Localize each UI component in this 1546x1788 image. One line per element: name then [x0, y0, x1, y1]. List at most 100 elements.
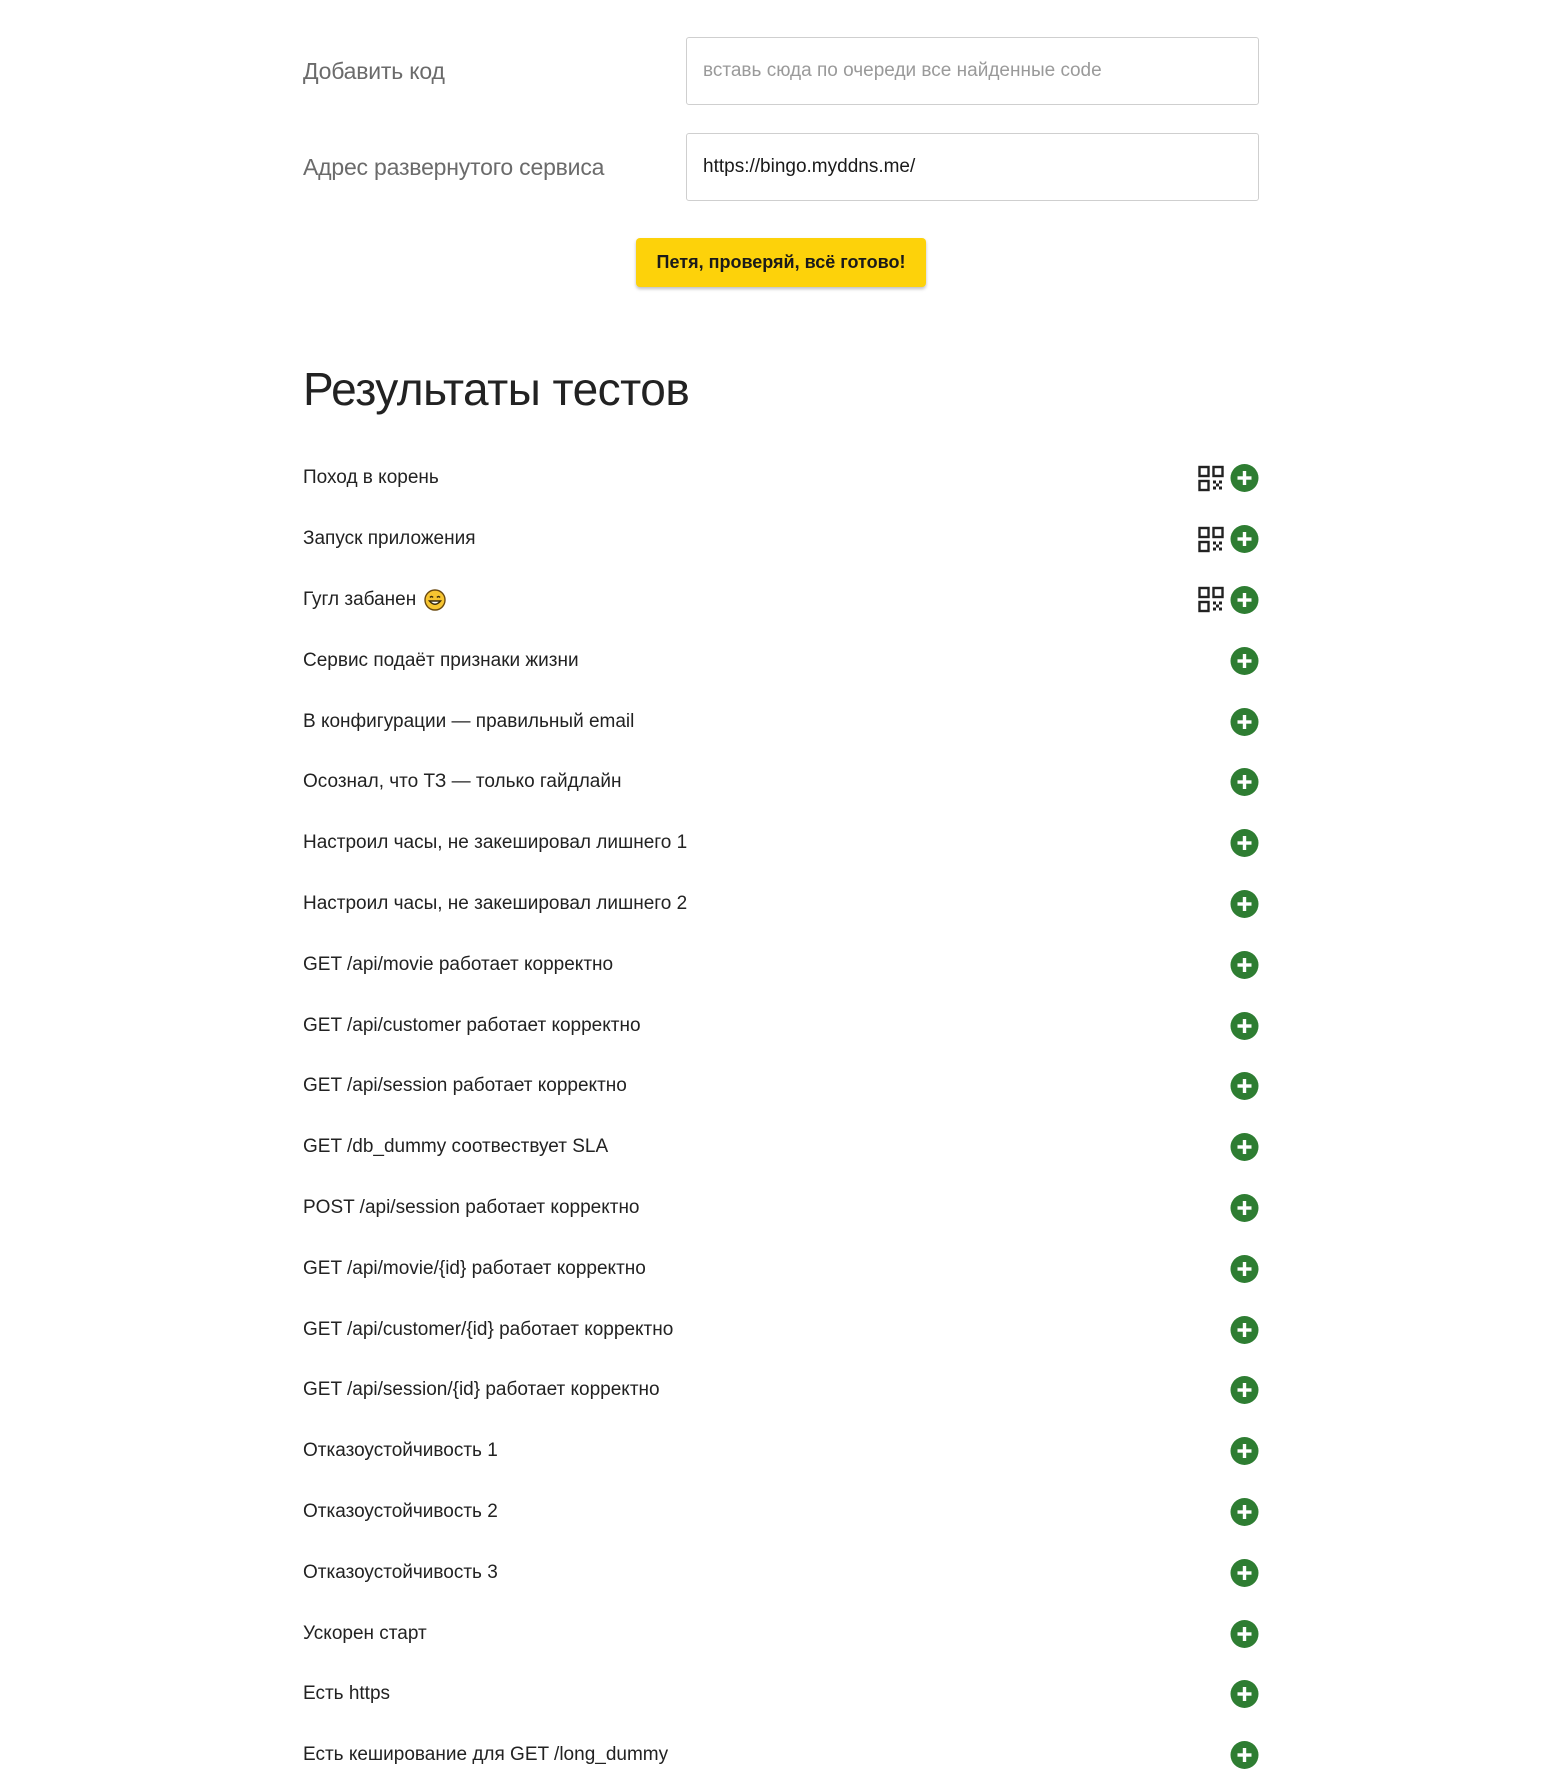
result-label-text: Гугл забанен [303, 588, 417, 610]
add-circle-icon[interactable] [1230, 525, 1259, 554]
result-label: Поход в корень [303, 467, 439, 489]
result-label: GET /api/movie/{id} работает корректно [303, 1258, 646, 1280]
result-actions [1230, 829, 1259, 858]
add-circle-icon[interactable] [1230, 1072, 1259, 1101]
result-label-text: GET /api/movie работает корректно [303, 953, 614, 975]
result-label-text: POST /api/session работает корректно [303, 1196, 640, 1218]
result-row: В конфигурации — правильный email [303, 691, 1259, 752]
add-circle-icon[interactable] [1230, 585, 1259, 614]
result-row: Осознал, что ТЗ — только гайдлайн [303, 752, 1259, 813]
add-circle-icon[interactable] [1230, 1741, 1259, 1770]
qr-code-icon[interactable] [1198, 587, 1224, 613]
result-label-text: GET /api/session/{id} работает корректно [303, 1379, 660, 1401]
result-actions [1198, 525, 1259, 554]
results-list: Поход в корень Запуск приложения Гугл заба… [303, 448, 1259, 1786]
result-actions [1230, 1619, 1259, 1648]
result-actions [1230, 1741, 1259, 1770]
code-input[interactable] [686, 37, 1259, 105]
result-label-text: GET /api/customer работает корректно [303, 1014, 641, 1036]
result-actions [1230, 1011, 1259, 1040]
result-row: Настроил часы, не закешировал лишнего 2 [303, 874, 1259, 935]
result-label-text: Отказоустойчивость 3 [303, 1561, 498, 1583]
result-label-text: В конфигурации — правильный email [303, 710, 635, 732]
result-row: GET /api/customer/{id} работает корректн… [303, 1299, 1259, 1360]
code-label: Добавить код [303, 58, 445, 84]
add-circle-icon[interactable] [1230, 950, 1259, 979]
result-row: GET /api/session/{id} работает корректно [303, 1360, 1259, 1421]
result-label: Сервис подаёт признаки жизни [303, 650, 579, 672]
result-row: GET /api/session работает корректно [303, 1056, 1259, 1117]
submit-button[interactable]: Петя, проверяй, всё готово! [636, 238, 926, 287]
result-label: Отказоустойчивость 1 [303, 1440, 498, 1462]
result-row: Отказоустойчивость 3 [303, 1542, 1259, 1603]
result-row: POST /api/session работает корректно [303, 1178, 1259, 1239]
result-actions [1230, 1437, 1259, 1466]
result-label: GET /db_dummy соотвествует SLA [303, 1136, 608, 1158]
add-circle-icon[interactable] [1230, 829, 1259, 858]
result-actions [1230, 1133, 1259, 1162]
add-circle-icon[interactable] [1230, 1437, 1259, 1466]
add-circle-icon[interactable] [1230, 889, 1259, 918]
add-circle-icon[interactable] [1230, 1558, 1259, 1587]
add-circle-icon[interactable] [1230, 464, 1259, 493]
result-actions [1230, 1254, 1259, 1283]
result-actions [1230, 707, 1259, 736]
result-label-text: Запуск приложения [303, 528, 476, 550]
result-label: Запуск приложения [303, 528, 476, 550]
result-label: Гугл забанен [303, 589, 446, 611]
service-form-row: Адрес развернутого сервиса [303, 133, 1259, 201]
add-circle-icon[interactable] [1230, 1011, 1259, 1040]
qr-code-icon[interactable] [1198, 526, 1224, 552]
result-row: Отказоустойчивость 1 [303, 1421, 1259, 1482]
result-label: GET /api/movie работает корректно [303, 954, 613, 976]
add-circle-icon[interactable] [1230, 1497, 1259, 1526]
result-label: GET /api/customer/{id} работает корректн… [303, 1319, 673, 1341]
add-circle-icon[interactable] [1230, 646, 1259, 675]
result-label-text: Отказоустойчивость 2 [303, 1500, 498, 1522]
result-label-text: Отказоустойчивость 1 [303, 1440, 498, 1462]
result-row: Гугл забанен [303, 570, 1259, 631]
result-actions [1230, 1376, 1259, 1405]
result-actions [1230, 1680, 1259, 1709]
result-actions [1198, 464, 1259, 493]
result-label-text: Настроил часы, не закешировал лишнего 1 [303, 832, 688, 854]
result-actions [1198, 585, 1259, 614]
result-label: GET /api/session работает корректно [303, 1075, 627, 1097]
result-actions [1230, 646, 1259, 675]
add-circle-icon[interactable] [1230, 1193, 1259, 1222]
result-actions [1230, 950, 1259, 979]
add-circle-icon[interactable] [1230, 1315, 1259, 1344]
results-title: Результаты тестов [303, 363, 690, 415]
add-circle-icon[interactable] [1230, 768, 1259, 797]
service-url-input[interactable] [686, 133, 1259, 201]
grinning-face-icon [424, 589, 446, 611]
result-actions [1230, 1315, 1259, 1344]
result-row: Есть кеширование для GET /long_dummy [303, 1725, 1259, 1786]
result-label: GET /api/session/{id} работает корректно [303, 1379, 660, 1401]
result-actions [1230, 1072, 1259, 1101]
add-circle-icon[interactable] [1230, 1376, 1259, 1405]
result-label-text: GET /db_dummy соотвествует SLA [303, 1136, 609, 1158]
result-label: GET /api/customer работает корректно [303, 1015, 641, 1037]
result-label-text: Осознал, что ТЗ — только гайдлайн [303, 771, 622, 793]
result-actions [1230, 768, 1259, 797]
result-actions [1230, 1497, 1259, 1526]
result-label: Есть кеширование для GET /long_dummy [303, 1744, 668, 1766]
result-row: GET /db_dummy соотвествует SLA [303, 1117, 1259, 1178]
result-row: Поход в корень [303, 448, 1259, 509]
code-form-row: Добавить код [303, 37, 1259, 105]
add-circle-icon[interactable] [1230, 1680, 1259, 1709]
result-label: В конфигурации — правильный email [303, 711, 634, 733]
result-row: GET /api/movie/{id} работает корректно [303, 1238, 1259, 1299]
add-circle-icon[interactable] [1230, 707, 1259, 736]
result-label: Ускорен старт [303, 1623, 427, 1645]
result-label-text: GET /api/session работает корректно [303, 1075, 627, 1097]
result-row: Ускорен старт [303, 1603, 1259, 1664]
result-label-text: Настроил часы, не закешировал лишнего 2 [303, 892, 688, 914]
qr-code-icon[interactable] [1198, 465, 1224, 492]
result-label: Настроил часы, не закешировал лишнего 2 [303, 893, 687, 915]
add-circle-icon[interactable] [1230, 1254, 1259, 1283]
result-label-text: GET /api/movie/{id} работает корректно [303, 1257, 646, 1279]
add-circle-icon[interactable] [1230, 1133, 1259, 1162]
add-circle-icon[interactable] [1230, 1619, 1259, 1648]
